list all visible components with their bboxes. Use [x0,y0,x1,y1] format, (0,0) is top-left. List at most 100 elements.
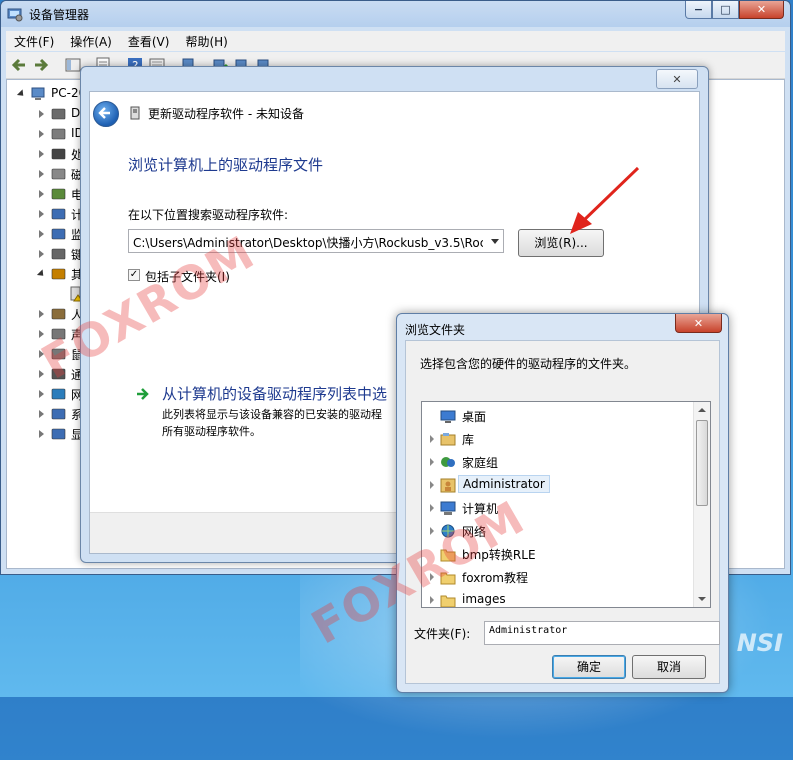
computer-icon [31,87,45,100]
device-manager-icon [7,8,23,22]
tree-item[interactable]: ID [7,124,87,144]
folder-item-label: 家庭组 [462,456,499,470]
back-button[interactable] [93,101,119,127]
device-category-icon [51,408,66,420]
device-category-icon [51,228,66,240]
page-heading: 浏览计算机上的驱动程序文件 [128,156,324,174]
folder-input[interactable]: Administrator [484,621,720,645]
device-category-icon [51,168,66,180]
cancel-button[interactable]: 取消 [632,655,706,679]
back-arrow-icon[interactable] [10,56,28,74]
tree-item[interactable]: 显 [7,424,87,444]
folder-item-label: 库 [462,433,475,447]
tree-item[interactable]: 网 [7,384,87,404]
expand-arrow-icon[interactable] [39,210,44,218]
chevron-down-icon[interactable] [491,239,499,244]
window-title: 设备管理器 [29,8,90,22]
dialog-title: 更新驱动程序软件 - 未知设备 [148,107,304,121]
tree-item[interactable]: 其 [7,264,87,284]
device-category-icon [51,108,66,120]
expand-arrow-icon[interactable] [39,150,44,158]
device-category-icon [51,308,66,320]
scroll-down-icon[interactable] [698,597,706,601]
expand-arrow-icon[interactable] [39,250,44,258]
expand-arrow-icon[interactable] [39,130,44,138]
menu-file[interactable]: 文件(F) [6,31,62,51]
tree-item[interactable]: 电 [7,184,87,204]
browse-dialog-title: 浏览文件夹 [405,323,466,337]
browse-folder-dialog: 浏览文件夹 ✕ 选择包含您的硬件的驱动程序的文件夹。 桌面库家庭组 Adminis… [396,313,729,693]
pick-from-list-link[interactable]: 从计算机的设备驱动程序列表中选 [162,383,387,404]
expand-arrow-icon[interactable] [430,481,434,489]
folder-icon [440,595,456,607]
dialog-close-button[interactable]: ✕ [656,69,698,89]
minimize-button[interactable]: − [685,1,712,19]
tree-item[interactable]: 计 [7,204,87,224]
expand-arrow-icon[interactable] [430,504,434,512]
folder-item[interactable]: images [426,589,694,607]
device-category-icon [51,248,66,260]
browse-prompt: 选择包含您的硬件的驱动程序的文件夹。 [420,357,637,371]
library-icon [440,433,456,446]
annotation-arrow [570,166,640,234]
device-category-icon [51,208,66,220]
menu-bar: 文件(F) 操作(A) 查看(V) 帮助(H) [6,31,785,51]
menu-action[interactable]: 操作(A) [62,31,120,51]
menu-help[interactable]: 帮助(H) [177,31,235,51]
expand-arrow-icon[interactable] [39,110,44,118]
browse-dialog-body: 选择包含您的硬件的驱动程序的文件夹。 桌面库家庭组 Administrator 计算… [405,340,720,684]
expand-arrow-icon[interactable] [39,190,44,198]
scroll-up-icon[interactable] [698,408,706,412]
expand-arrow-icon[interactable] [39,410,44,418]
device-icon [130,106,140,120]
folder-item[interactable]: 桌面 [426,405,694,427]
pick-from-list-description-1: 此列表将显示与该设备兼容的已安装的驱动程 [162,408,382,421]
tree-item[interactable]: DV [7,104,88,124]
collapse-arrow-icon[interactable] [16,89,27,99]
folder-item[interactable]: 家庭组 [426,451,694,473]
expand-arrow-icon[interactable] [39,310,44,318]
folder-item[interactable]: Administrator [426,474,694,496]
tree-item[interactable]: 处 [7,144,87,164]
expand-arrow-icon[interactable] [430,435,434,443]
driver-path-combobox[interactable]: C:\Users\Administrator\Desktop\快播小方\Rock… [128,229,504,253]
tree-item[interactable]: 监 [7,224,87,244]
device-category-icon [51,188,66,200]
driver-path-value: C:\Users\Administrator\Desktop\快播小方\Rock… [133,236,483,250]
homegroup-icon [441,457,455,467]
forward-arrow-icon[interactable] [32,56,50,74]
folder-tree[interactable]: 桌面库家庭组 Administrator 计算机 网络 bmp转换RLE foxrom教程… [421,401,711,608]
tree-item[interactable]: 键 [7,244,87,264]
device-category-icon [51,428,66,440]
folder-item-label: 桌面 [462,410,487,424]
device-category-icon [51,148,66,160]
expand-arrow-icon[interactable] [36,269,47,279]
user-folder-icon [440,478,456,493]
expand-arrow-icon[interactable] [39,430,44,438]
include-subfolders-checkbox[interactable]: ✓ [128,269,140,281]
vertical-scrollbar[interactable] [693,402,710,607]
expand-arrow-icon[interactable] [430,458,434,466]
close-button[interactable]: ✕ [739,1,784,19]
expand-arrow-icon[interactable] [39,370,44,378]
green-arrow-icon [137,388,149,400]
menu-view[interactable]: 查看(V) [120,31,178,51]
title-bar[interactable]: 设备管理器 − □ ✕ [1,1,790,27]
tree-item[interactable] [7,284,87,304]
ok-button[interactable]: 确定 [552,655,626,679]
tree-item[interactable]: 磁 [7,164,87,184]
dialog-header: 更新驱动程序软件 - 未知设备 [90,92,699,132]
maximize-button[interactable]: □ [712,1,739,19]
browse-close-button[interactable]: ✕ [675,314,722,333]
expand-arrow-icon[interactable] [430,596,434,604]
expand-arrow-icon[interactable] [39,230,44,238]
scroll-thumb[interactable] [696,420,708,506]
tree-item[interactable]: 系 [7,404,87,424]
expand-arrow-icon[interactable] [39,170,44,178]
device-category-icon [51,268,66,280]
search-location-label: 在以下位置搜索驱动程序软件: [128,208,289,222]
folder-item[interactable]: 库 [426,428,694,450]
expand-arrow-icon[interactable] [39,390,44,398]
folder-item-label: images [462,592,506,606]
computer-icon [440,501,456,515]
